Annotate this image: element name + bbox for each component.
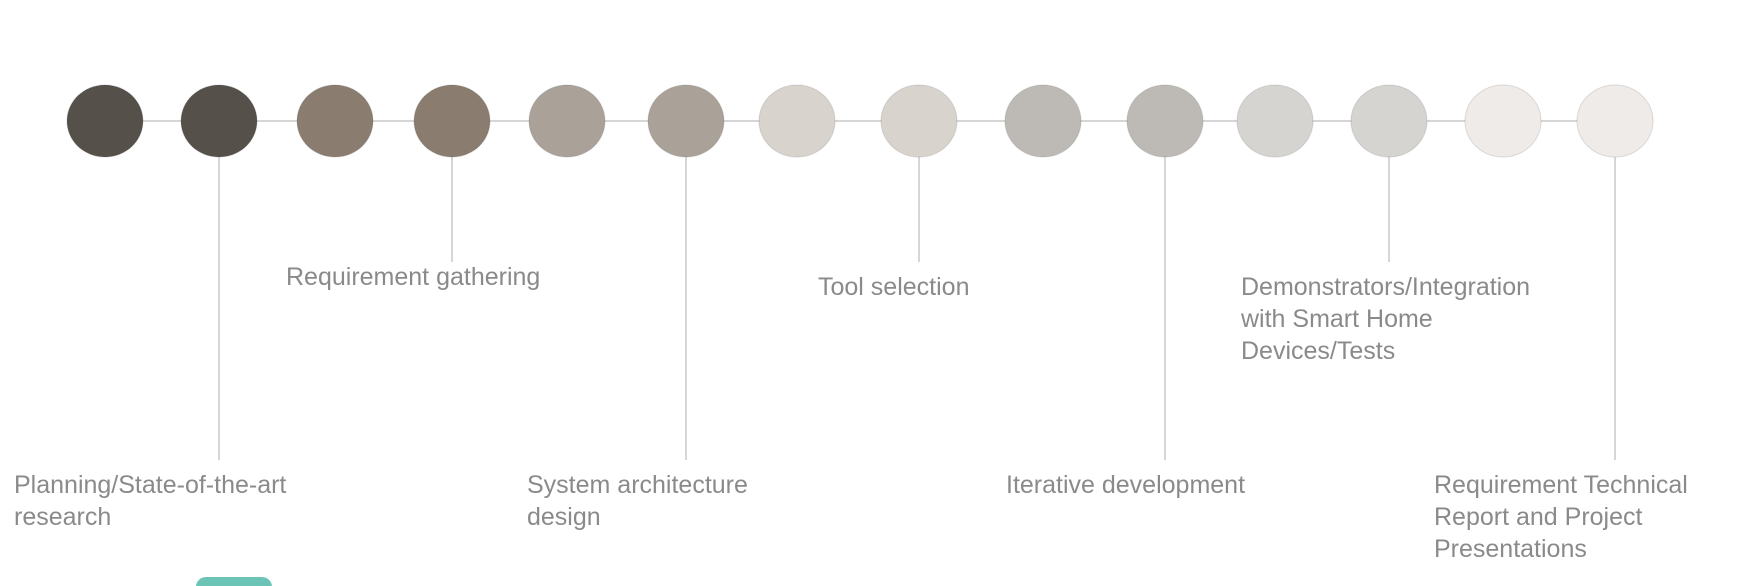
- stage-node: [880, 84, 958, 158]
- stage-label-iterative-development: Iterative development: [1006, 471, 1246, 499]
- stage-label-demonstrators: Demonstrators/Integration with Smart Hom…: [1241, 273, 1531, 365]
- stage-node: [1576, 84, 1654, 158]
- stage-node: [528, 84, 606, 158]
- stage-node: [66, 84, 144, 158]
- stage-node: [413, 84, 491, 158]
- stage-node: [296, 84, 374, 158]
- stage-node: [1236, 84, 1314, 158]
- stage-node: [647, 84, 725, 158]
- stage-label-planning: Planning/State-of-the-art research: [14, 471, 287, 531]
- stage-label-requirement-gathering: Requirement gathering: [286, 263, 541, 291]
- stage-node: [180, 84, 258, 158]
- stage-label-system-architecture: System architecture design: [527, 471, 748, 531]
- stage-node: [1004, 84, 1082, 158]
- stage-node: [1126, 84, 1204, 158]
- stage-label-tool-selection: Tool selection: [818, 273, 970, 301]
- stage-node: [1464, 84, 1542, 158]
- corner-tab: [196, 577, 272, 586]
- stage-label-final-report: Requirement Technical Report and Project…: [1434, 471, 1688, 563]
- stage-node: [1350, 84, 1428, 158]
- stage-node: [758, 84, 836, 158]
